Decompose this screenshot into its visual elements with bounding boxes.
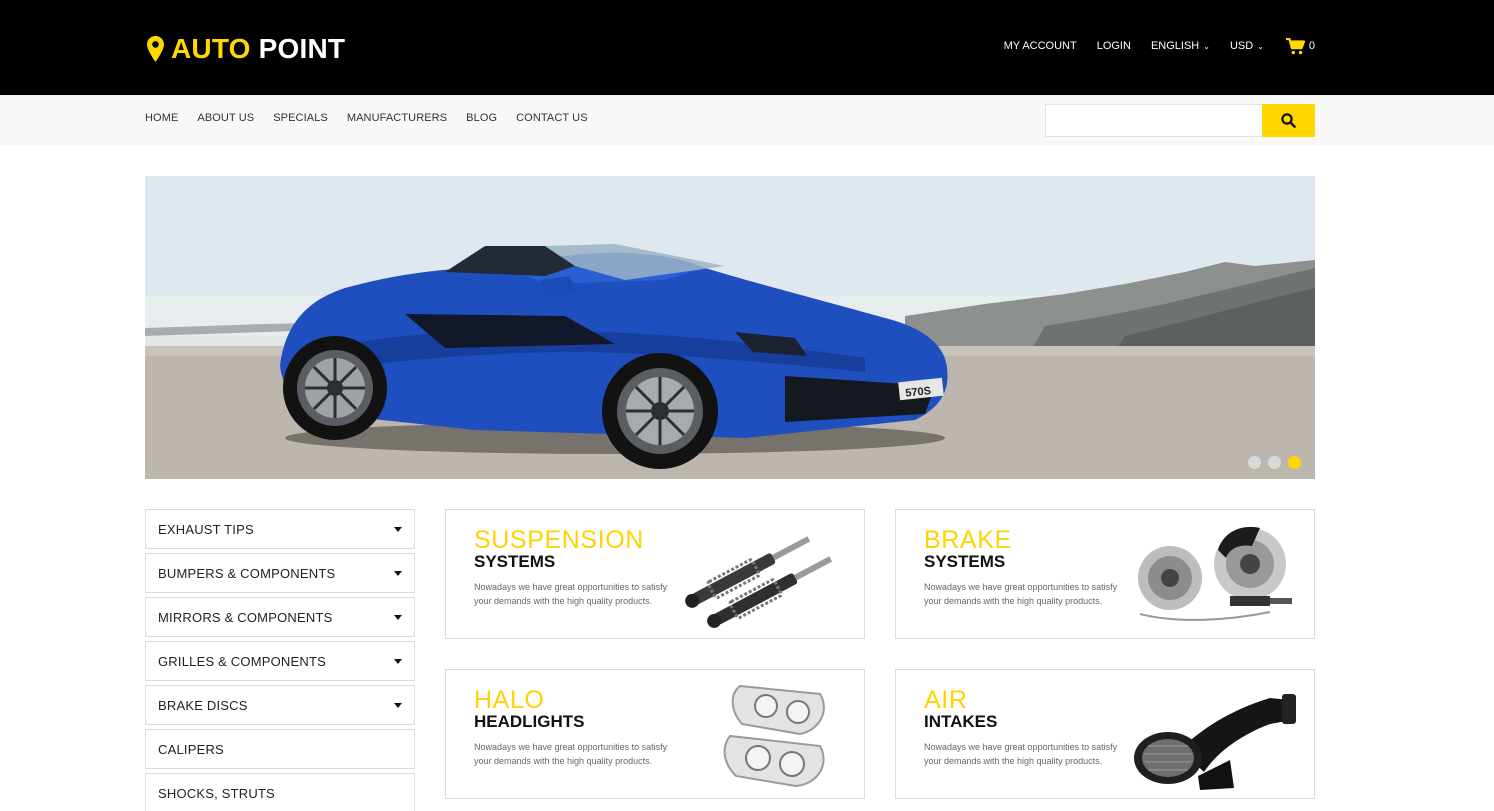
my-account-link[interactable]: MY ACCOUNT [1004, 40, 1077, 52]
promo-card-halo-headlights[interactable]: HALO HEADLIGHTS Nowadays we have great o… [445, 669, 865, 799]
header-links: MY ACCOUNT LOGIN ENGLISH ⌄ USD ⌄ 0 [984, 37, 1315, 55]
caret-down-icon [394, 570, 402, 576]
slider-dot-2[interactable] [1268, 456, 1281, 469]
logo-text-point: POINT [258, 33, 346, 64]
search-icon [1281, 113, 1296, 128]
headlights-image [723, 684, 825, 788]
slider-dot-3-active[interactable] [1288, 456, 1301, 469]
main-menu: HOME ABOUT US SPECIALS MANUFACTURERS BLO… [145, 112, 607, 124]
nav-item-about-us[interactable]: ABOUT US [197, 112, 254, 124]
promo-title-light: SUSPENSION [474, 526, 644, 554]
category-label: BRAKE DISCS [158, 697, 248, 713]
login-link[interactable]: LOGIN [1097, 40, 1131, 52]
promo-description: Nowadays we have great opportunities to … [474, 742, 668, 766]
category-item-bumpers[interactable]: BUMPERS & COMPONENTS [145, 553, 415, 593]
category-item-grilles[interactable]: GRILLES & COMPONENTS [145, 641, 415, 681]
nav-item-contact-us[interactable]: CONTACT US [516, 112, 588, 124]
promo-card-brake[interactable]: BRAKE SYSTEMS Nowadays we have great opp… [895, 509, 1315, 639]
logo-text-auto: AUTO [171, 33, 251, 64]
cart-count: 0 [1308, 40, 1315, 52]
nav-item-blog[interactable]: BLOG [466, 112, 497, 124]
category-label: SHOCKS, STRUTS [158, 785, 275, 801]
currency-label: USD [1229, 40, 1254, 52]
brake-kit-image [1138, 526, 1292, 621]
hero-car-image: 570S [145, 176, 1315, 479]
promo-title-light: AIR [924, 686, 968, 714]
nav-item-manufacturers[interactable]: MANUFACTURERS [347, 112, 447, 124]
cart-button[interactable]: 0 [1285, 37, 1315, 55]
category-item-brake-discs[interactable]: BRAKE DISCS [145, 685, 415, 725]
promo-card-suspension[interactable]: SUSPENSION SYSTEMS Nowadays we have grea… [445, 509, 865, 639]
top-header: AUTO POINT MY ACCOUNT LOGIN ENGLISH ⌄ USD… [0, 0, 1494, 95]
site-logo[interactable]: AUTO POINT [147, 33, 345, 65]
search-input[interactable] [1045, 104, 1262, 137]
language-label: ENGLISH [1150, 40, 1200, 52]
search-button[interactable] [1262, 104, 1315, 137]
caret-down-icon [394, 658, 402, 664]
promo-description: Nowadays we have great opportunities to … [474, 582, 668, 606]
caret-down-icon [394, 614, 402, 620]
search-bar [1045, 104, 1315, 137]
promo-description: Nowadays we have great opportunities to … [924, 582, 1118, 606]
promo-title-bold: SYSTEMS [924, 552, 1006, 571]
category-menu: EXHAUST TIPS BUMPERS & COMPONENTS MIRROR… [145, 509, 415, 811]
promo-title-light: BRAKE [924, 526, 1012, 554]
slider-dot-1[interactable] [1248, 456, 1261, 469]
category-item-calipers[interactable]: CALIPERS [145, 729, 415, 769]
shopping-cart-icon [1285, 37, 1305, 54]
promo-title-bold: HEADLIGHTS [474, 712, 585, 731]
login-label: LOGIN [1096, 40, 1131, 52]
category-label: GRILLES & COMPONENTS [158, 653, 326, 669]
nav-item-specials[interactable]: SPECIALS [273, 112, 328, 124]
promo-title-bold: SYSTEMS [474, 552, 556, 571]
currency-dropdown[interactable]: USD ⌄ [1230, 40, 1264, 52]
suspension-coilover-image [685, 536, 833, 628]
category-item-exhaust-tips[interactable]: EXHAUST TIPS [145, 509, 415, 549]
category-label: MIRRORS & COMPONENTS [158, 609, 333, 625]
promo-card-air-intakes[interactable]: AIR INTAKES Nowadays we have great oppor… [895, 669, 1315, 799]
promo-title-light: HALO [474, 686, 545, 714]
category-item-shocks-struts[interactable]: SHOCKS, STRUTS [145, 773, 415, 811]
chevron-down-icon: ⌄ [1203, 41, 1210, 51]
slider-pagination [1241, 456, 1301, 469]
category-item-mirrors[interactable]: MIRRORS & COMPONENTS [145, 597, 415, 637]
caret-down-icon [394, 526, 402, 532]
promo-title-bold: INTAKES [924, 712, 998, 731]
category-label: EXHAUST TIPS [158, 521, 254, 537]
promo-description: Nowadays we have great opportunities to … [924, 742, 1118, 766]
hero-slider[interactable]: 570S [145, 176, 1315, 479]
map-pin-icon [147, 36, 164, 62]
caret-down-icon [394, 702, 402, 708]
my-account-label: MY ACCOUNT [1003, 40, 1077, 52]
language-dropdown[interactable]: ENGLISH ⌄ [1151, 40, 1210, 52]
chevron-down-icon: ⌄ [1257, 41, 1264, 51]
category-label: BUMPERS & COMPONENTS [158, 565, 336, 581]
nav-item-home[interactable]: HOME [145, 112, 178, 124]
category-label: CALIPERS [158, 741, 224, 757]
air-intake-image [1134, 694, 1296, 790]
